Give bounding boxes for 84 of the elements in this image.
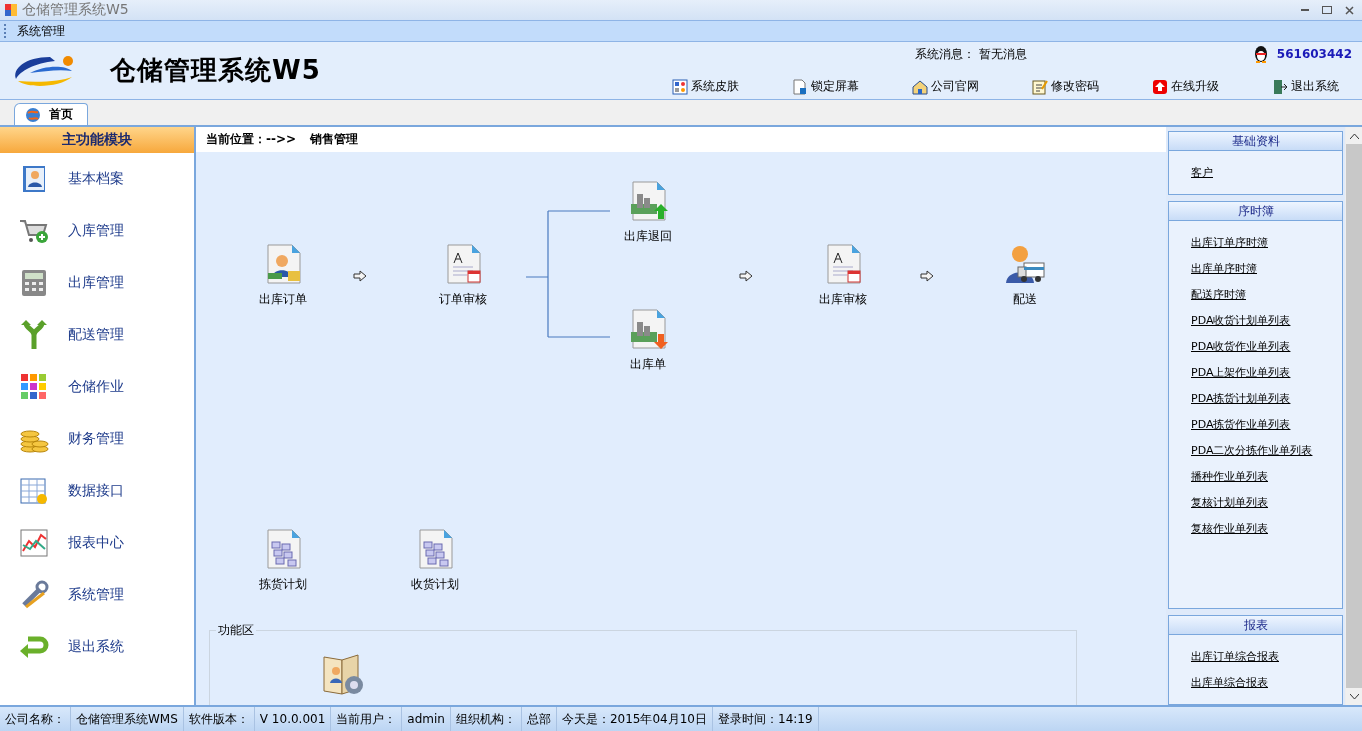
qq-number: 561603442 (1276, 47, 1352, 61)
status-text: 仓储管理系统WMS (71, 707, 184, 731)
panel-title: 报表 (1169, 616, 1342, 635)
globe-icon (25, 106, 41, 123)
scrollbar[interactable] (1345, 127, 1362, 705)
panel-link[interactable]: PDA拣货作业单列表 (1191, 417, 1291, 432)
window-title: 仓储管理系统W5 (22, 1, 129, 19)
minimize-icon (1301, 9, 1309, 11)
flow-node[interactable]: 配送 (985, 243, 1065, 308)
book-gear-icon (322, 651, 366, 697)
sidebar-item[interactable]: 数据接口 (0, 465, 194, 517)
function-item[interactable] (322, 651, 366, 697)
penguin-icon (1252, 45, 1269, 63)
home-icon (912, 78, 928, 95)
panel-title: 基础资料 (1169, 132, 1342, 151)
toolbar-button[interactable]: 修改密码 (1032, 78, 1152, 95)
arrow-icon (920, 270, 934, 282)
panel-link[interactable]: 出库订单序时簿 (1191, 235, 1268, 250)
close-icon (1344, 5, 1354, 15)
sidebar-item[interactable]: 系统管理 (0, 569, 194, 621)
exit-icon (1272, 78, 1288, 95)
scroll-down-button[interactable] (1346, 688, 1362, 705)
sidebar-item[interactable]: 退出系统 (0, 621, 194, 673)
status-text: 软件版本： (183, 707, 255, 731)
function-area-title: 功能区 (216, 622, 256, 639)
panel-link[interactable]: PDA拣货计划单列表 (1191, 391, 1291, 406)
person-truck-icon (1004, 243, 1046, 285)
panel-link[interactable]: 客户 (1191, 165, 1213, 180)
panel-link[interactable]: PDA收货作业单列表 (1191, 339, 1291, 354)
breadcrumb-label: 当前位置：-->> (206, 131, 297, 148)
scroll-up-button[interactable] (1346, 127, 1362, 144)
panel-link[interactable]: PDA收货计划单列表 (1191, 313, 1291, 328)
sidebar-item[interactable]: 财务管理 (0, 413, 194, 465)
panel-title: 序时簿 (1169, 202, 1342, 221)
status-text: 组织机构： (450, 707, 522, 731)
line-chart-icon (18, 527, 50, 559)
toolbar-button[interactable]: 退出系统 (1272, 78, 1352, 95)
sidebar-title: 主功能模块 (0, 127, 194, 153)
sidebar-item[interactable]: 基本档案 (0, 153, 194, 205)
arrow-icon (739, 270, 753, 282)
status-text: admin (402, 707, 451, 731)
toolbar-button[interactable]: 公司官网 (912, 78, 1032, 95)
flow-node[interactable]: 订单审核 (423, 243, 503, 308)
edit-icon (1032, 78, 1048, 95)
flow-node[interactable]: 出库订单 (243, 243, 323, 308)
sidebar-item[interactable]: 出库管理 (0, 257, 194, 309)
panel-link[interactable]: 出库单序时簿 (1191, 261, 1257, 276)
toolbar-button[interactable]: 系统皮肤 (672, 78, 792, 95)
panel-link[interactable]: 复核作业单列表 (1191, 521, 1268, 536)
arrow-icon (353, 270, 367, 282)
skin-icon (672, 78, 688, 95)
flow-node[interactable]: 出库审核 (803, 243, 883, 308)
sidebar-item[interactable]: 仓储作业 (0, 361, 194, 413)
sidebar-item[interactable]: 报表中心 (0, 517, 194, 569)
toolbar-button[interactable]: 在线升级 (1152, 78, 1272, 95)
sidebar-item[interactable]: 配送管理 (0, 309, 194, 361)
upgrade-icon (1152, 78, 1168, 95)
flow-node[interactable]: 收货计划 (395, 528, 475, 593)
status-text: 总部 (521, 707, 557, 731)
status-text: 公司名称： (0, 707, 71, 731)
tab[interactable]: 首页 (14, 103, 88, 125)
panel-link[interactable]: 出库单综合报表 (1191, 675, 1268, 690)
restore-icon (1322, 6, 1332, 14)
panel-link[interactable]: 播种作业单列表 (1191, 469, 1268, 484)
system-message: 系统消息： 暂无消息 (915, 45, 1027, 63)
status-text: 当前用户： (331, 707, 403, 731)
spreadsheet-icon (18, 475, 50, 507)
breadcrumb-current: 销售管理 (310, 131, 359, 148)
status-text: 今天是：2015年04月10日 (556, 707, 713, 731)
menu-item[interactable]: 系统管理 (13, 22, 69, 40)
panel-link[interactable]: PDA上架作业单列表 (1191, 365, 1291, 380)
flow-node[interactable]: 出库退回 (608, 180, 688, 245)
app-title: 仓储管理系统W5 (110, 54, 321, 87)
flow-node[interactable]: 拣货计划 (243, 528, 323, 593)
app-icon (4, 3, 18, 17)
status-text: 登录时间：14:19 (713, 707, 819, 731)
flow-node[interactable]: 出库单 (608, 308, 688, 373)
status-text: V 10.0.001 (254, 707, 332, 731)
panel-link[interactable]: 配送序时簿 (1191, 287, 1246, 302)
toolbar-button[interactable]: 锁定屏幕 (792, 78, 912, 95)
panel-link[interactable]: 出库订单综合报表 (1191, 649, 1279, 664)
panel-link[interactable]: PDA二次分拣作业单列表 (1191, 443, 1313, 458)
panel-link[interactable]: 复核计划单列表 (1191, 495, 1268, 510)
sidebar-item[interactable]: 入库管理 (0, 205, 194, 257)
